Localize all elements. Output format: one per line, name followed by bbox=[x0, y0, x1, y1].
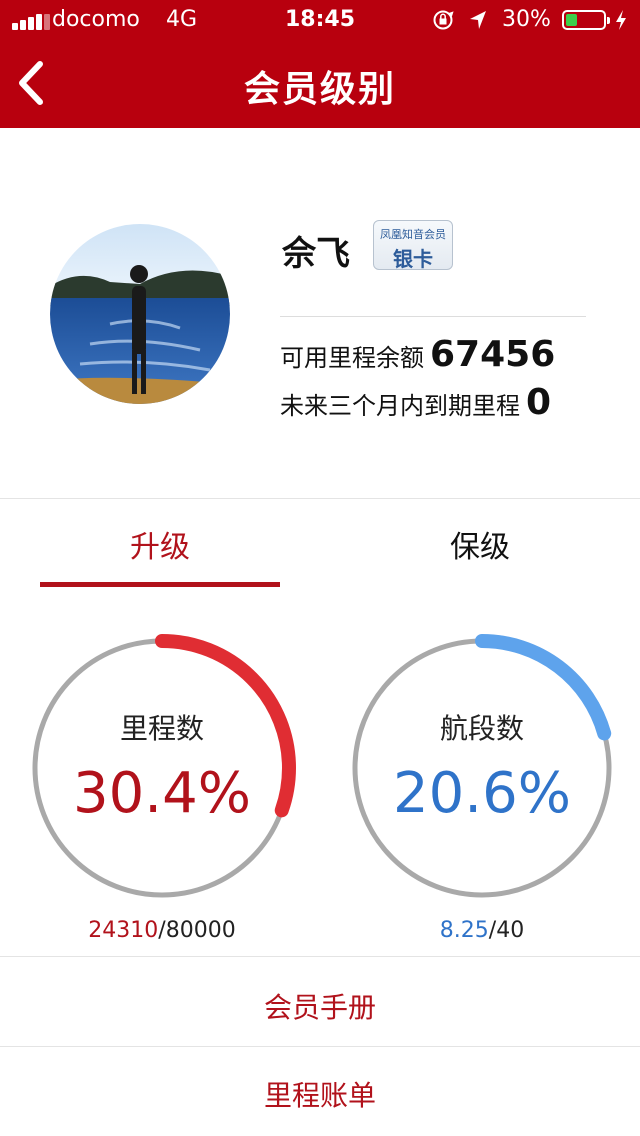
miles-current: 24310 bbox=[88, 918, 159, 943]
member-name: 佘飞 bbox=[282, 234, 350, 274]
available-miles-row: 可用里程余额 67456 bbox=[280, 334, 555, 375]
battery-level bbox=[566, 14, 577, 26]
miles-ring-label: 里程数 bbox=[119, 712, 204, 745]
miles-count: 24310/80000 bbox=[27, 918, 297, 943]
segments-ring-label: 航段数 bbox=[439, 712, 524, 745]
available-miles-label: 可用里程余额 bbox=[280, 344, 424, 372]
active-tab-indicator bbox=[40, 582, 280, 587]
list-divider bbox=[0, 956, 640, 957]
tab-retain[interactable]: 保级 bbox=[360, 522, 600, 566]
segments-current: 8.25 bbox=[439, 918, 489, 943]
expiring-miles-value: 0 bbox=[526, 382, 552, 423]
available-miles-value: 67456 bbox=[430, 334, 556, 375]
status-bar: docomo 4G 18:45 30% bbox=[0, 0, 640, 40]
section-divider bbox=[0, 498, 640, 499]
tier-badge: 凤凰知音会员 银卡 bbox=[373, 220, 453, 271]
avatar bbox=[50, 224, 230, 404]
profile-divider bbox=[280, 316, 586, 317]
segments-ring-percent: 20.6% bbox=[393, 761, 571, 826]
member-handbook-link[interactable]: 会员手册 bbox=[0, 986, 640, 1026]
segments-target: /40 bbox=[488, 918, 525, 943]
page-title: 会员级别 bbox=[243, 69, 396, 110]
expiring-miles-row: 未来三个月内到期里程 0 bbox=[280, 382, 551, 423]
header-bar: docomo 4G 18:45 30% 会员级别 bbox=[0, 0, 640, 128]
battery-percent: 30% bbox=[502, 7, 551, 32]
tab-upgrade[interactable]: 升级 bbox=[40, 522, 280, 566]
location-arrow-icon bbox=[470, 11, 486, 29]
mileage-statement-link[interactable]: 里程账单 bbox=[0, 1074, 640, 1114]
rotation-lock-icon bbox=[433, 10, 454, 30]
tier-program: 凤凰知音会员 bbox=[380, 228, 446, 241]
segments-count: 8.25/40 bbox=[347, 918, 617, 943]
miles-target: /80000 bbox=[158, 918, 236, 943]
miles-progress-ring: 里程数 30.4% bbox=[27, 633, 297, 903]
list-divider bbox=[0, 1046, 640, 1047]
segments-progress-ring: 航段数 20.6% bbox=[347, 633, 617, 903]
battery-icon bbox=[562, 10, 610, 30]
charging-bolt-icon bbox=[616, 10, 626, 30]
tier-card: 银卡 bbox=[393, 247, 433, 271]
expiring-miles-label: 未来三个月内到期里程 bbox=[280, 392, 520, 420]
miles-ring-percent: 30.4% bbox=[73, 761, 251, 826]
